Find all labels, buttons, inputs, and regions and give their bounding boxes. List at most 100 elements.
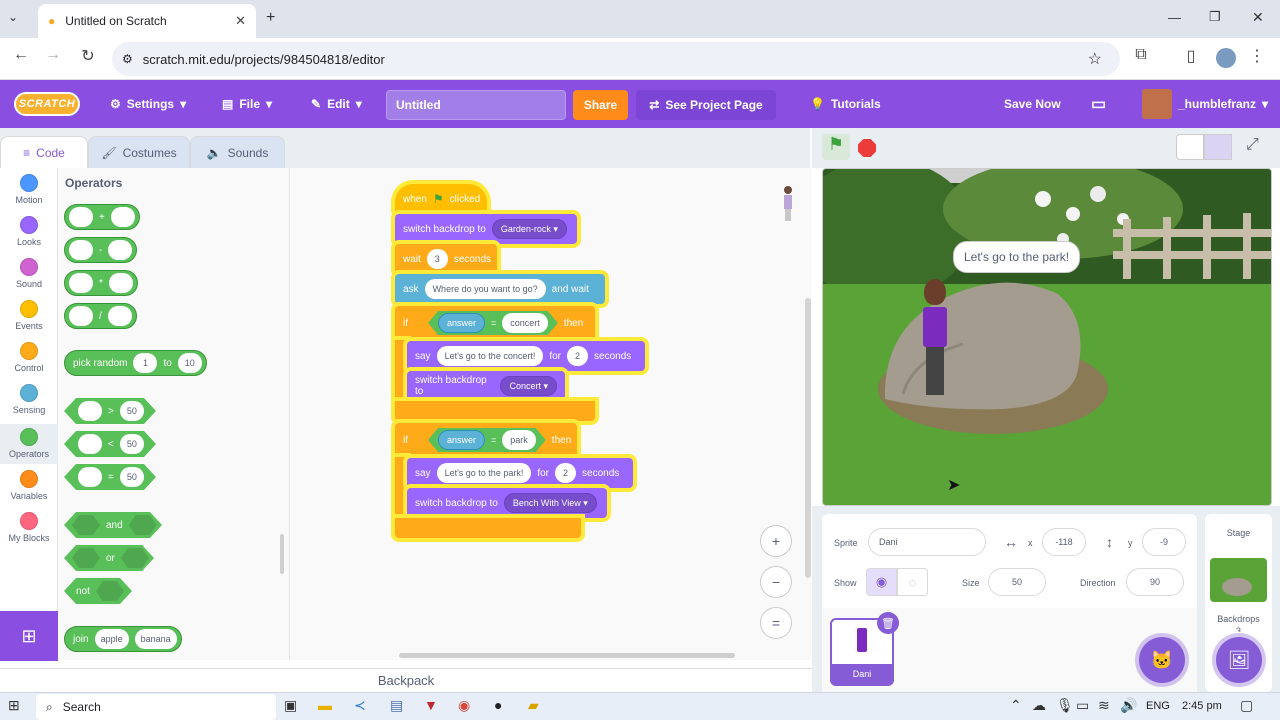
equals-condition[interactable]: answer = concert [428,311,558,335]
backpack-bar[interactable]: Backpack [0,668,812,692]
tab-sounds[interactable]: 🔈 Sounds [190,136,285,168]
operand-slot[interactable] [78,467,102,487]
reload-icon[interactable]: ↻ [75,46,101,66]
large-stage-icon[interactable] [1204,134,1232,160]
or-block[interactable]: or [64,545,154,571]
account-menu[interactable]: _humblefranz ▾ [1142,80,1268,128]
multiply-block[interactable]: * [64,270,138,296]
category-motion[interactable]: Motion [0,174,58,205]
back-icon[interactable]: ← [8,46,34,64]
category-sensing[interactable]: Sensing [0,384,58,415]
project-title-input[interactable]: Untitled [386,90,566,120]
delete-sprite-trash-icon[interactable]: 🗑 [877,612,899,634]
stage-backdrop-thumb[interactable] [1210,558,1267,602]
wifi-icon[interactable]: ≋ [1098,697,1110,714]
browser-menu-icon[interactable]: ⋮ [1244,46,1270,66]
backdrop-dropdown[interactable]: Concert ▾ [500,376,557,396]
random-from-slot[interactable]: 1 [133,353,158,373]
scratch-logo[interactable]: SCRATCH [14,92,80,116]
category-my-blocks[interactable]: My Blocks [0,512,58,543]
bool-slot[interactable] [96,581,124,601]
microphone-icon[interactable]: 🎙 [1056,697,1074,714]
equals-condition[interactable]: answer = park [428,428,546,452]
join-block[interactable]: join apple banana [64,626,182,652]
tray-chevron-icon[interactable]: ⌃ [1010,697,1022,714]
compare-value-slot[interactable]: 50 [120,434,144,454]
operand-slot[interactable] [108,240,133,260]
category-events[interactable]: Events [0,300,58,331]
task-view-icon[interactable]: ▣ [284,697,297,714]
say-for-secs-block-2[interactable]: say Let's go to the park! for 2 seconds [407,458,633,488]
if-then-block-2[interactable]: if answer = park then [395,423,577,457]
divide-block[interactable]: / [64,303,137,329]
secs-value[interactable]: 2 [555,463,577,483]
volume-icon[interactable]: 🔊 [1120,697,1137,714]
choose-sprite-button[interactable]: 🐱 [1139,637,1185,683]
category-sound[interactable]: Sound [0,258,58,289]
subtract-block[interactable]: - [64,237,138,263]
window-close-icon[interactable]: ✕ [1252,9,1264,26]
answer-reporter[interactable]: answer [438,430,485,450]
switch-backdrop-block-3[interactable]: switch backdrop to Bench With View ▾ [407,488,607,518]
my-stuff-folder-icon[interactable]: ▭ [1091,80,1106,128]
direction-input[interactable]: 90 [1126,568,1184,596]
x-position-input[interactable]: -118 [1042,528,1086,556]
keyboard-app-icon[interactable]: ▤ [390,697,403,714]
category-variables[interactable]: Variables [0,470,58,501]
bool-slot[interactable] [121,548,149,568]
when-flag-clicked-block[interactable]: when ⚑ clicked [395,184,487,214]
compare-value-slot[interactable]: 50 [120,401,144,421]
extensions-icon[interactable]: ⧉ [1128,46,1154,64]
join-a-slot[interactable]: apple [94,629,129,649]
taskbar-search-box[interactable]: ⌕ Search [36,694,276,720]
workspace-horizontal-scrollbar[interactable] [399,653,735,658]
greater-than-block[interactable]: >50 [64,398,156,424]
pick-random-block[interactable]: pick random 1 to 10 [64,350,207,376]
if-then-block-1[interactable]: if answer = concert then [395,306,595,340]
random-to-slot[interactable]: 10 [177,353,202,373]
ask-block[interactable]: ask Where do you want to go? and wait [395,274,605,304]
bool-slot[interactable] [129,515,157,535]
add-extension-button[interactable]: ⊞ [0,611,58,661]
language-indicator[interactable]: ENG [1146,700,1170,712]
palette-scrollbar[interactable] [280,534,284,574]
workspace-vertical-scrollbar[interactable] [805,298,811,578]
vscode-icon[interactable]: ≺ [354,697,366,714]
notifications-icon[interactable]: ▢ [1240,697,1253,714]
show-eye-icon[interactable]: ◉ [866,568,897,596]
settings-menu[interactable]: ⚙ Settings ▾ [110,80,186,128]
minimize-icon[interactable]: — [1168,10,1181,25]
ask-text[interactable]: Where do you want to go? [424,279,546,299]
compare-value-slot[interactable]: 50 [120,467,144,487]
green-flag-icon[interactable]: ⚑ [822,134,850,160]
tab-close-icon[interactable]: ✕ [235,13,246,29]
share-button[interactable]: Share [573,90,628,120]
restore-icon[interactable]: ❐ [1209,9,1221,25]
dani-sprite[interactable] [920,279,950,415]
say-text[interactable]: Let's go to the concert! [436,346,544,366]
say-for-secs-block-1[interactable]: say Let's go to the concert! for 2 seconds [407,341,645,371]
stage-canvas[interactable]: Let's go to the park! ➤ [822,168,1272,506]
condition-value[interactable]: concert [502,313,548,333]
see-project-page-button[interactable]: ⇄ See Project Page [636,90,776,120]
tutorials-button[interactable]: 💡 Tutorials [810,80,881,128]
forward-icon[interactable]: → [40,46,66,64]
backdrop-dropdown[interactable]: Garden-rock ▾ [491,219,567,239]
stop-icon[interactable] [858,139,876,157]
y-position-input[interactable]: -9 [1142,528,1186,556]
and-block[interactable]: and [64,512,162,538]
less-than-block[interactable]: <50 [64,431,156,457]
operand-slot[interactable] [78,434,102,454]
fullscreen-icon[interactable]: ⤢ [1246,136,1259,154]
zoom-in-button[interactable]: + [760,525,792,557]
switch-backdrop-block-2[interactable]: switch backdrop to Concert ▾ [407,371,565,401]
not-block[interactable]: not [64,578,132,604]
site-info-icon[interactable]: ⚙ [122,52,133,66]
wait-block[interactable]: wait 3 seconds [395,244,497,274]
size-input[interactable]: 50 [988,568,1046,596]
battery-icon[interactable]: ▭ [1076,697,1089,714]
sticky-app-icon[interactable]: ▰ [528,697,539,714]
switch-backdrop-block[interactable]: switch backdrop to Garden-rock ▾ [395,214,577,244]
operand-slot[interactable] [69,207,93,227]
sprite-name-input[interactable]: Dani [868,528,986,556]
